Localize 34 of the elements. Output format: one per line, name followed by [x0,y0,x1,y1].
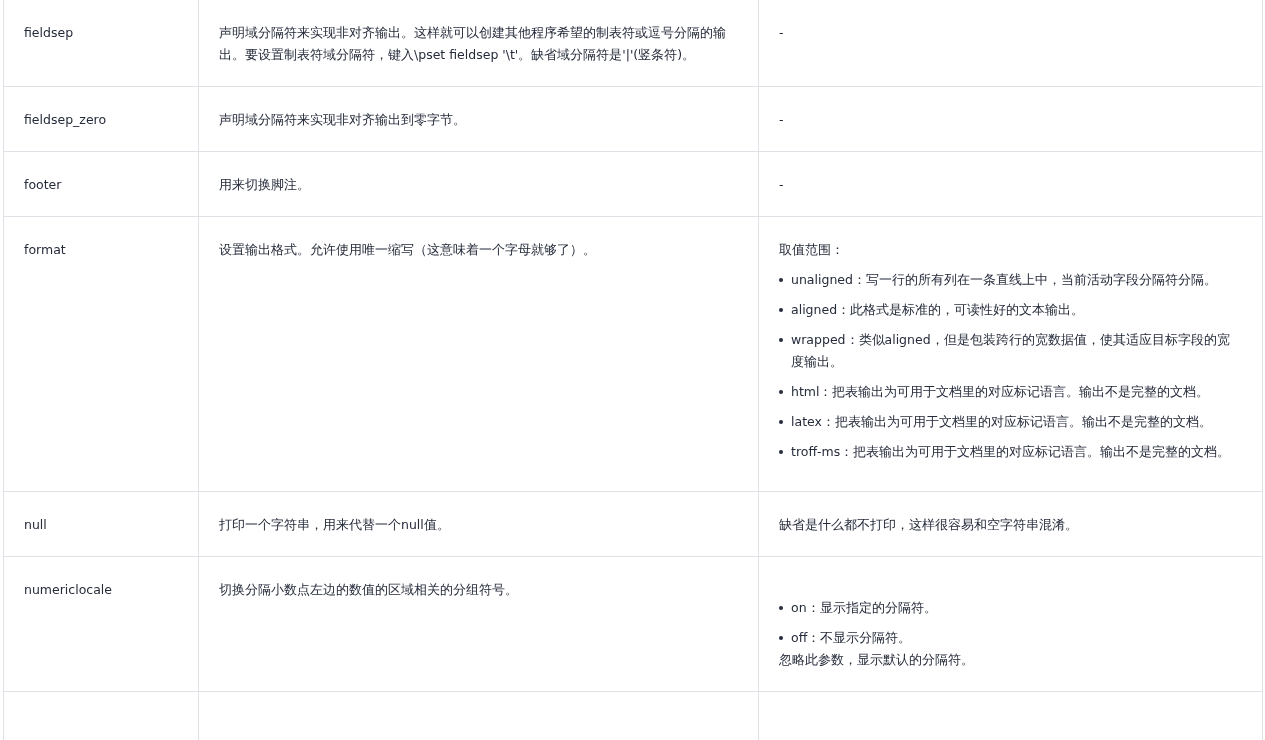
list-item-text: off：不显示分隔符。 [791,629,912,647]
bullet-icon [779,338,783,342]
value-text: - [779,111,785,129]
list-item-text: aligned：此格式是标准的，可读性好的文本输出。 [791,301,1085,319]
list-item-text: on：显示指定的分隔符。 [791,599,937,617]
parameter-name: format [24,242,66,257]
value-text: 缺省是什么都不打印，这样很容易和空字符串混淆。 [779,516,1079,534]
bullet-icon [779,450,783,454]
description-text: 声明域分隔符来实现非对齐输出到零字节。 [219,112,466,127]
parameter-name: numericlocale [24,582,112,597]
bullet-icon [779,606,783,610]
list-item-text: unaligned：写一行的所有列在一条直线上中，当前活动字段分隔符分隔。 [791,271,1217,289]
bullet-icon [779,420,783,424]
list-item-text: html：把表输出为可用于文档里的对应标记语言。输出不是完整的文档。 [791,383,1210,401]
value-text: - [779,24,785,42]
description-text: 声明域分隔符来实现非对齐输出。这样就可以创建其他程序希望的制表符或逗号分隔的输出。要设置制表符域分隔符，键入\pset fieldsep '\t'。缺省域分隔符是'|'(竖条符)。 [219,25,726,62]
bullet-icon [779,308,783,312]
description-text: 切换分隔小数点左边的数值的区域相关的分组符号。 [219,582,518,597]
value-text: - [779,176,785,194]
description-text: 打印一个字符串，用来代替一个null值。 [219,517,450,532]
parameter-name: null [24,517,47,532]
list-item-text: troff-ms：把表输出为可用于文档里的对应标记语言。输出不是完整的文档。 [791,443,1231,461]
list-item-text: wrapped：类似aligned，但是包装跨行的宽数据值，使其适应目标字段的宽度输出。 [791,331,1231,371]
bullet-icon [779,636,783,640]
description-text: 设置输出格式。允许使用唯一缩写（这意味着一个字母就够了）。 [219,242,596,257]
bullet-icon [779,278,783,282]
bullet-icon [779,390,783,394]
parameter-name: footer [24,177,62,192]
description-text: 用来切换脚注。 [219,177,310,192]
parameter-name: fieldsep [24,25,74,40]
note-text: 忽略此参数，显示默认的分隔符。 [779,651,975,669]
list-item-text: latex：把表输出为可用于文档里的对应标记语言。输出不是完整的文档。 [791,413,1212,431]
parameter-name: fieldsep_zero [24,112,107,127]
value-text: 取值范围： [779,241,845,259]
